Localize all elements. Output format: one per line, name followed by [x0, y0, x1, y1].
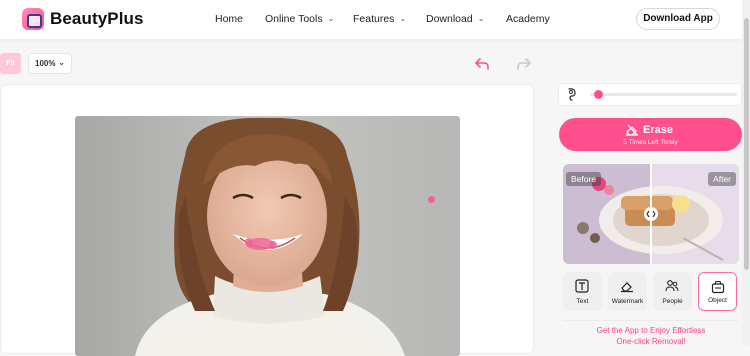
tool-watermark-label: Watermark [611, 298, 644, 305]
fit-button[interactable]: Fit [0, 53, 21, 74]
before-label: Before [566, 172, 602, 186]
erase-label: Erase [643, 124, 673, 136]
nav-item-online-tools[interactable]: Online Tools ⌄ [265, 13, 334, 25]
text-icon [575, 279, 589, 293]
nav-item-academy[interactable]: Academy [506, 13, 550, 25]
eraser-icon [621, 282, 633, 293]
page-scrollbar-thumb[interactable] [744, 18, 749, 270]
eraser-icon [626, 124, 638, 136]
chevron-down-icon: ⌄ [58, 58, 65, 67]
tool-object[interactable]: Object [698, 272, 737, 311]
nav-item-features[interactable]: Features ⌄ [353, 13, 406, 25]
chevron-down-icon: ⌄ [399, 14, 407, 23]
download-app-button[interactable]: Download App [636, 8, 720, 30]
erase-button[interactable]: Erase 5 Times Left Today [559, 118, 742, 151]
promo-divider [563, 320, 739, 321]
undo-arrow-icon[interactable] [474, 56, 490, 72]
tool-object-label: Object [708, 297, 727, 304]
zoom-value: 100% [35, 59, 56, 68]
beautyplus-logo-icon[interactable] [22, 8, 44, 30]
erase-remaining-text: 5 Times Left Today [623, 139, 678, 146]
tool-people[interactable]: People [653, 272, 692, 311]
edited-portrait-image[interactable] [75, 116, 460, 356]
before-after-preview[interactable]: Before After [563, 164, 739, 264]
nav-item-download[interactable]: Download ⌄ [426, 13, 484, 25]
chevron-down-icon: ⌄ [327, 14, 335, 23]
brand-name[interactable]: BeautyPlus [50, 9, 144, 29]
after-label: After [708, 172, 736, 186]
brush-size-icon [568, 88, 576, 101]
brush-size-slider-track[interactable] [590, 93, 737, 96]
chevron-down-icon: ⌄ [477, 14, 485, 23]
get-app-promo[interactable]: Get the App to Enjoy Effortless One-clic… [563, 325, 739, 347]
tool-watermark[interactable]: Watermark [608, 272, 647, 311]
tool-text[interactable]: Text [563, 272, 602, 311]
brush-cursor [428, 196, 435, 203]
promo-line-2: One-click Removal! [616, 337, 686, 346]
promo-line-1: Get the App to Enjoy Effortless [596, 326, 706, 335]
top-navigation-bar: BeautyPlus Home Online Tools ⌄ Features ⌄ … [0, 0, 750, 39]
tool-people-label: People [662, 298, 683, 305]
nav-item-home[interactable]: Home [215, 13, 243, 25]
zoom-select[interactable]: 100% ⌄ [28, 53, 72, 74]
redo-arrow-icon[interactable] [516, 56, 532, 72]
object-box-icon [711, 280, 725, 294]
people-icon [665, 280, 679, 292]
tool-text-label: Text [576, 298, 589, 305]
